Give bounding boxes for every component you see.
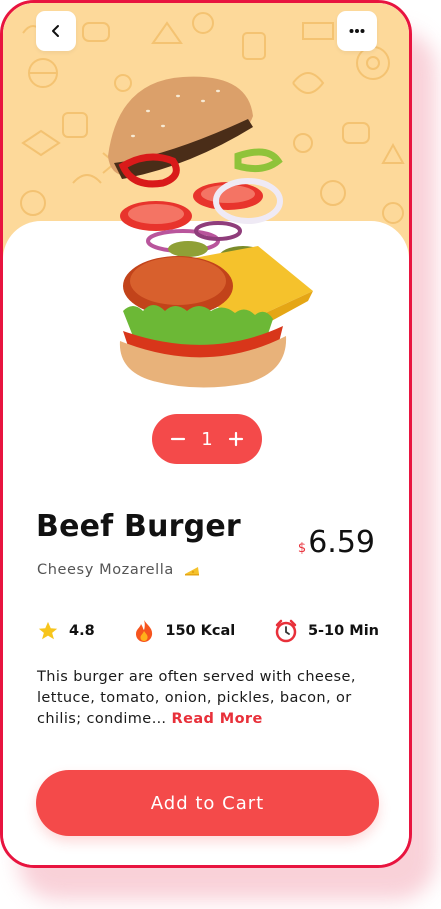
more-dots-icon	[349, 29, 365, 33]
calories-value: 150 Kcal	[165, 623, 236, 639]
cheese-icon	[184, 567, 199, 576]
back-arrow-icon	[52, 25, 59, 37]
read-more-link[interactable]: Read More	[172, 711, 263, 727]
add-to-cart-button[interactable]: Add to Cart	[36, 770, 379, 836]
star-icon	[38, 621, 58, 640]
product-subtitle: Cheesy Mozarella	[37, 562, 174, 578]
increase-button[interactable]	[224, 427, 248, 451]
time-stat: 5-10 Min	[274, 619, 379, 643]
calories-stat: 150 Kcal	[133, 619, 235, 643]
back-button[interactable]	[36, 11, 76, 51]
product-subtitle-row: Cheesy Mozarella	[37, 562, 200, 578]
fire-icon	[136, 620, 153, 642]
rating-stat: 4.8	[37, 620, 95, 642]
time-value: 5-10 Min	[307, 623, 379, 639]
quantity-value: 1	[201, 428, 213, 450]
stats-row: 4.8 150 Kcal 5-10 Min	[37, 617, 379, 645]
currency-symbol: $	[297, 541, 307, 556]
burger-image	[108, 76, 313, 388]
product-detail-screen: 1 Beef Burger $ 6.59 Cheesy Mozarella 4.…	[0, 0, 412, 868]
price: $ 6.59	[298, 525, 375, 560]
more-button[interactable]	[337, 11, 377, 51]
price-value: 6.59	[308, 525, 375, 560]
plus-icon	[228, 431, 244, 447]
decrease-button[interactable]	[166, 427, 190, 451]
rating-value: 4.8	[69, 623, 95, 639]
quantity-stepper: 1	[152, 414, 262, 464]
minus-icon	[170, 437, 186, 441]
alarm-clock-icon	[275, 619, 297, 643]
product-title: Beef Burger	[36, 509, 241, 544]
product-description: This burger are often served with cheese…	[37, 667, 382, 730]
